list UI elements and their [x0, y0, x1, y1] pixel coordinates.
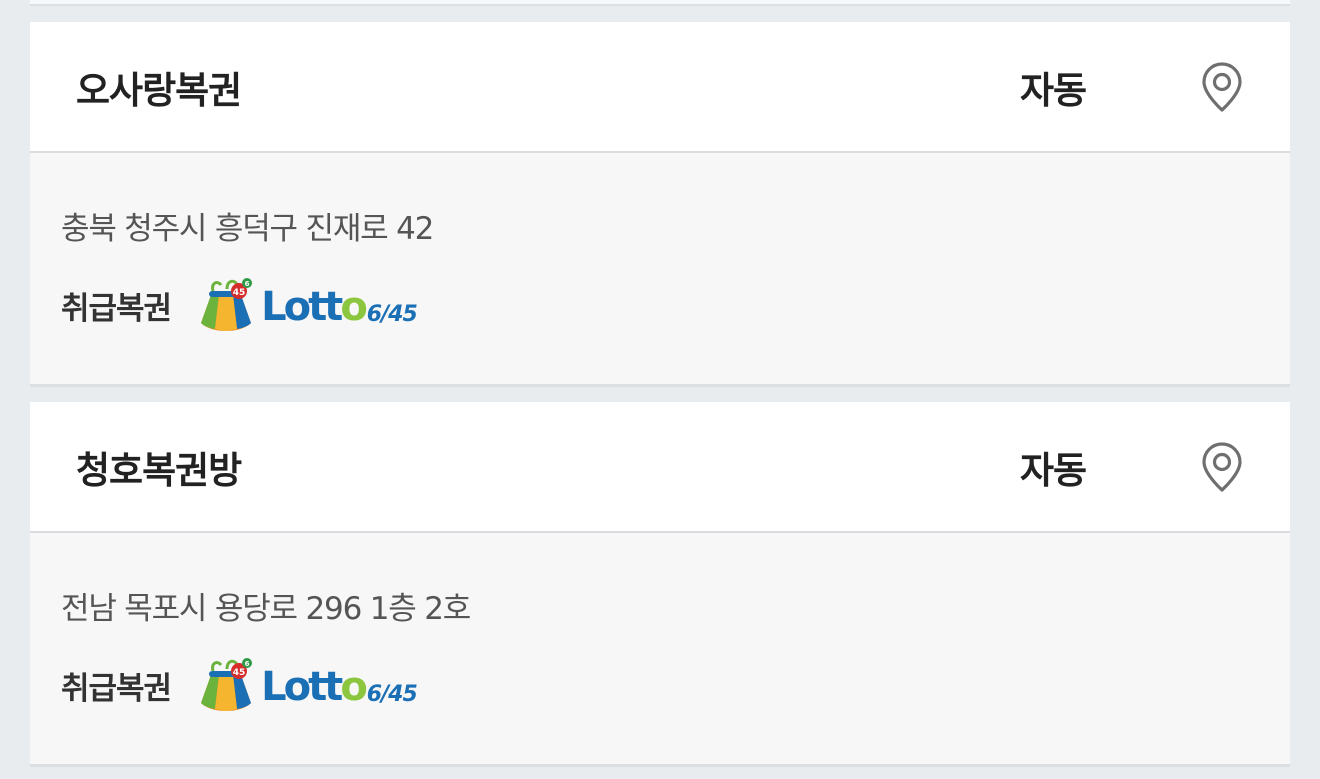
lottery-types-row: 취급복권 45 6 Lotto 6/45 [61, 657, 418, 713]
pick-type-label: 자동 [1020, 68, 1087, 112]
store-name: 청호복권방 [76, 448, 242, 492]
lottery-types-label: 취급복권 [61, 290, 172, 327]
lotto-bag-icon: 45 6 [197, 657, 255, 713]
store-card: 청호복권방 자동 전남 목포시 용당로 296 1층 2호 취급복권 45 6 … [30, 402, 1290, 767]
lotto-bag-icon: 45 6 [197, 277, 255, 333]
map-pin-icon[interactable] [1200, 441, 1244, 493]
lotto-logo: 45 6 Lotto 6/45 [197, 657, 418, 713]
map-pin-icon[interactable] [1200, 61, 1244, 113]
store-name: 오사랑복권 [76, 68, 242, 112]
svg-text:45: 45 [233, 668, 246, 678]
lotto-suffix: 6/45 [366, 681, 418, 707]
pick-type-label: 자동 [1020, 448, 1087, 492]
store-card-body: 충북 청주시 흥덕구 진재로 42 취급복권 45 6 Lotto 6/45 [30, 153, 1290, 387]
svg-text:45: 45 [233, 288, 246, 298]
svg-text:6: 6 [245, 280, 250, 288]
lotto-wordmark: Lotto [261, 664, 368, 710]
svg-text:6: 6 [245, 660, 250, 668]
lotto-wordmark: Lotto [261, 284, 368, 330]
store-card-header: 오사랑복권 자동 [30, 22, 1290, 153]
lottery-types-row: 취급복권 45 6 Lotto 6/45 [61, 277, 418, 333]
store-card-body: 전남 목포시 용당로 296 1층 2호 취급복권 45 6 Lotto 6/4… [30, 533, 1290, 767]
store-card-header: 청호복권방 자동 [30, 402, 1290, 533]
lotto-suffix: 6/45 [366, 301, 418, 327]
store-card: 오사랑복권 자동 충북 청주시 흥덕구 진재로 42 취급복권 45 6 Lot… [30, 22, 1290, 387]
previous-card-edge [30, 0, 1290, 6]
store-address: 충북 청주시 흥덕구 진재로 42 [61, 211, 434, 247]
lotto-logo: 45 6 Lotto 6/45 [197, 277, 418, 333]
lottery-types-label: 취급복권 [61, 670, 172, 707]
store-address: 전남 목포시 용당로 296 1층 2호 [61, 591, 471, 627]
store-list: 오사랑복권 자동 충북 청주시 흥덕구 진재로 42 취급복권 45 6 Lot… [30, 0, 1290, 779]
